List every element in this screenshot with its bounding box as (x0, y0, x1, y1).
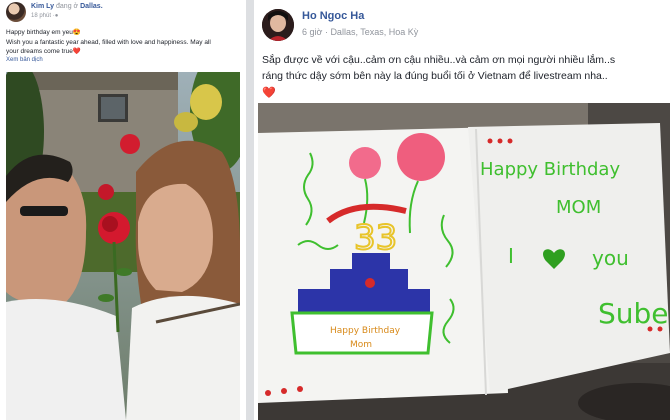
post-line: Sắp được về với cậu..cảm ơn cậu nhiều..v… (262, 54, 616, 66)
card-line-2: MOM (556, 197, 601, 218)
post-line: Happy birthday em yeu😍 (6, 29, 81, 36)
avatar[interactable] (262, 9, 294, 41)
heart-emoji: ❤️ (262, 87, 276, 99)
cake-text-1: Happy Birthday (330, 326, 401, 336)
location-link[interactable]: Dallas, Texas, Hoa Kỳ (330, 27, 418, 37)
card-line-3-left: I (508, 244, 514, 268)
author-line: Kim Ly đang ở Dallas. (31, 3, 103, 10)
timestamp[interactable]: 18 phút (31, 13, 51, 19)
author-name[interactable]: Kim Ly (31, 3, 54, 10)
post-photo[interactable]: 33 Happy Birthday Mom Happy Birthday MOM (258, 103, 670, 420)
post-text: Sắp được về với cậu..cảm ơn cậu nhiều..v… (262, 52, 670, 84)
couple-photo-illustration (6, 72, 240, 420)
timestamp[interactable]: 6 giờ (302, 27, 322, 37)
card-line-1: Happy Birthday (480, 159, 620, 180)
cake-text-2: Mom (350, 340, 372, 350)
card-signature: Sube (598, 297, 669, 330)
post-line: your dreams come true❤️ (6, 48, 81, 55)
avatar[interactable] (6, 2, 26, 22)
globe-icon: ·● (52, 13, 59, 19)
see-translation-link[interactable]: Xem bản dịch (6, 57, 43, 63)
author-name[interactable]: Ho Ngoc Ha (302, 10, 364, 22)
post-ho-ngoc-ha: Ho Ngoc Ha 6 giờ · Dallas, Texas, Hoa Kỳ… (254, 0, 670, 420)
post-time: 18 phút ·● (31, 13, 58, 19)
post-text: Happy birthday em yeu😍 Wish you a fantas… (6, 28, 240, 57)
post-header: Kim Ly đang ở Dallas. 18 phút ·● (6, 2, 242, 24)
place-link[interactable]: Dallas. (80, 3, 103, 10)
post-kim-ly: Kim Ly đang ở Dallas. 18 phút ·● Happy b… (0, 0, 246, 420)
birthday-card-photo: 33 Happy Birthday Mom Happy Birthday MOM (258, 103, 670, 420)
card-line-3-right: you (592, 246, 629, 270)
svg-text:33: 33 (354, 218, 397, 258)
post-meta: 6 giờ · Dallas, Texas, Hoa Kỳ (302, 27, 418, 37)
post-photo[interactable] (6, 72, 240, 420)
post-line: ráng thức dậy sớm bên này la đúng buổi t… (262, 70, 608, 82)
post-line: Wish you a fantastic year ahead, filled … (6, 38, 211, 46)
action-text: đang ở (54, 3, 81, 10)
screenshot-root: Kim Ly đang ở Dallas. 18 phút ·● Happy b… (0, 0, 670, 420)
post-divider (246, 0, 254, 420)
avatar-image (262, 9, 294, 41)
